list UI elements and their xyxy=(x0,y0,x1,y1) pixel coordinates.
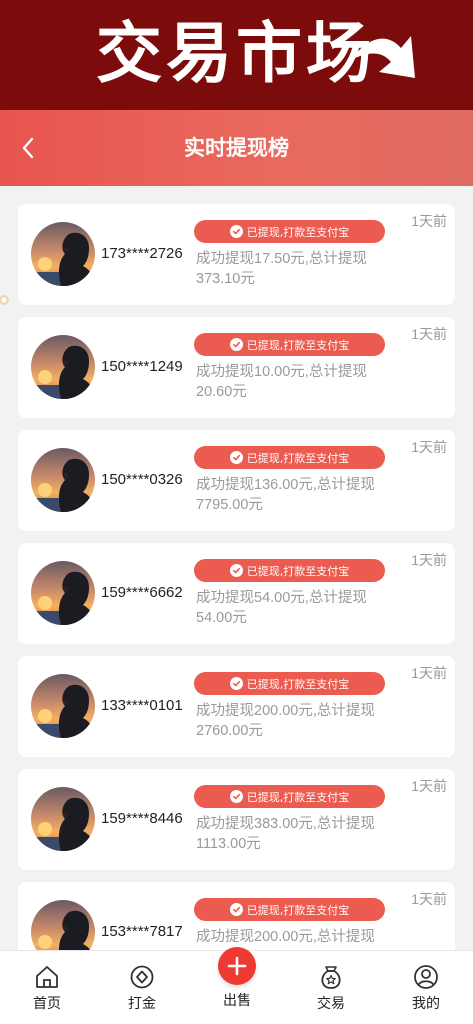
timestamp: 1天前 xyxy=(411,439,447,455)
tab-sell-label: 出售 xyxy=(223,993,251,1009)
timestamp: 1天前 xyxy=(411,891,447,907)
check-circle-icon xyxy=(229,451,243,464)
status-badge: 已提现,打款至支付宝 xyxy=(194,333,385,356)
status-badge-text: 已提现,打款至支付宝 xyxy=(246,338,350,352)
withdraw-description: 成功提现383.00元,总计提现1113.00元 xyxy=(196,816,375,852)
user-phone: 159****8446 xyxy=(101,810,183,827)
tab-dajin[interactable]: 打金 xyxy=(102,951,182,1024)
check-circle-icon xyxy=(229,903,243,916)
tab-mine[interactable]: 我的 xyxy=(386,951,466,1024)
status-badge-text: 已提现,打款至支付宝 xyxy=(246,903,350,917)
user-phone: 173****2726 xyxy=(101,245,183,262)
avatar xyxy=(31,900,95,950)
timestamp: 1天前 xyxy=(411,552,447,568)
status-badge: 已提现,打款至支付宝 xyxy=(194,559,385,582)
withdraw-description: 成功提现136.00元,总计提现7795.00元 xyxy=(196,477,375,513)
withdraw-description: 成功提现54.00元,总计提现54.00元 xyxy=(196,590,367,626)
user-phone: 153****7817 xyxy=(101,923,183,940)
user-phone: 133****0101 xyxy=(101,697,183,714)
avatar xyxy=(31,787,95,851)
list-item[interactable]: 173****2726 已提现,打款至支付宝成功提现17.50元,总计提现373.… xyxy=(18,204,455,305)
check-circle-icon xyxy=(229,338,243,351)
withdraw-description: 成功提现10.00元,总计提现20.60元 xyxy=(196,364,367,400)
avatar xyxy=(31,335,95,399)
star-bag-icon xyxy=(321,966,341,989)
list-item[interactable]: 150****0326 已提现,打款至支付宝成功提现136.00元,总计提现779… xyxy=(18,430,455,531)
diamond-coin-icon xyxy=(130,965,154,989)
plus-icon xyxy=(227,956,247,976)
status-badge-text: 已提现,打款至支付宝 xyxy=(246,225,350,239)
curved-arrow-icon xyxy=(351,36,415,78)
status-badge: 已提现,打款至支付宝 xyxy=(194,898,385,921)
check-circle-icon xyxy=(229,225,243,238)
check-circle-icon xyxy=(229,564,243,577)
tab-trade[interactable]: 交易 xyxy=(291,951,371,1024)
status-badge-text: 已提现,打款至支付宝 xyxy=(246,790,350,804)
withdrawal-list[interactable]: 173****2726 已提现,打款至支付宝 成功提现17.50元,总计提现373.… xyxy=(0,186,473,950)
avatar xyxy=(31,674,95,738)
banner-title: 交易市场 xyxy=(96,15,376,92)
avatar xyxy=(31,222,95,286)
status-badge: 已提现,打款至支付宝 xyxy=(194,220,385,243)
withdraw-description: 成功提现200.00元,总计提现 xyxy=(196,929,375,945)
timestamp: 1天前 xyxy=(411,213,447,229)
list-item[interactable]: 133****0101 已提现,打款至支付宝成功提现200.00元,总计提现276… xyxy=(18,656,455,757)
user-icon xyxy=(414,965,438,989)
home-icon xyxy=(36,966,58,988)
user-phone: 159****6662 xyxy=(101,584,183,601)
timestamp: 1天前 xyxy=(411,778,447,794)
back-button[interactable] xyxy=(10,130,46,166)
tab-dajin-label: 打金 xyxy=(128,996,156,1012)
status-badge-text: 已提现,打款至支付宝 xyxy=(246,451,350,465)
status-badge: 已提现,打款至支付宝 xyxy=(194,785,385,808)
tab-home[interactable]: 首页 xyxy=(7,951,87,1024)
list-item[interactable]: 159****8446 已提现,打款至支付宝成功提现383.00元,总计提现111… xyxy=(18,769,455,870)
nav-header: 实时提现榜 xyxy=(0,110,473,186)
status-badge: 已提现,打款至支付宝 xyxy=(194,446,385,469)
withdraw-description: 成功提现200.00元,总计提现2760.00元 xyxy=(196,703,375,739)
avatar xyxy=(31,448,95,512)
check-circle-icon xyxy=(229,790,243,803)
list-item[interactable]: 153****7817 已提现,打款至支付宝成功提现200.00元,总计提现 1天前 xyxy=(18,882,455,950)
sell-plus-button[interactable] xyxy=(218,947,256,985)
check-circle-icon xyxy=(229,677,243,690)
page-title: 实时提现榜 xyxy=(184,136,289,160)
tab-sell[interactable]: 出售 xyxy=(197,947,277,1024)
timestamp: 1天前 xyxy=(411,665,447,681)
list-item[interactable]: 150****1249 已提现,打款至支付宝成功提现10.00元,总计提现20.6… xyxy=(18,317,455,418)
withdraw-description: 成功提现17.50元,总计提现373.10元 xyxy=(196,251,367,287)
status-badge-text: 已提现,打款至支付宝 xyxy=(246,677,350,691)
user-phone: 150****1249 xyxy=(101,358,183,375)
top-banner: 交易市场 xyxy=(0,0,473,110)
bottom-tab-bar: 首页 打金 出售 交易 我的 xyxy=(0,947,473,1024)
tab-mine-label: 我的 xyxy=(412,996,440,1012)
avatar xyxy=(31,561,95,625)
tab-trade-label: 交易 xyxy=(317,996,345,1012)
user-phone: 150****0326 xyxy=(101,471,183,488)
tab-home-label: 首页 xyxy=(33,996,61,1012)
status-badge: 已提现,打款至支付宝 xyxy=(194,672,385,695)
chevron-left-icon xyxy=(22,137,34,159)
timestamp: 1天前 xyxy=(411,326,447,342)
status-badge-text: 已提现,打款至支付宝 xyxy=(246,564,350,578)
list-item[interactable]: 159****6662 已提现,打款至支付宝成功提现54.00元,总计提现54.0… xyxy=(18,543,455,644)
